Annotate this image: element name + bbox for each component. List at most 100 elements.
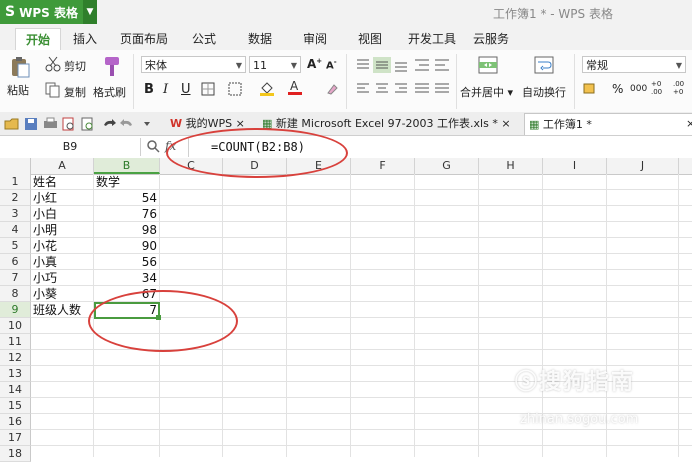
scissors-icon[interactable] bbox=[45, 56, 61, 72]
percent-button[interactable]: % bbox=[612, 82, 623, 96]
doc-tab-label: 新建 Microsoft Excel 97-2003 工作表.xls * bbox=[275, 117, 498, 130]
merge-center-icon[interactable] bbox=[478, 55, 498, 75]
close-icon[interactable]: × bbox=[501, 117, 510, 130]
cell-style-icon[interactable] bbox=[228, 82, 242, 96]
clear-format-icon[interactable] bbox=[325, 82, 339, 96]
select-all-corner[interactable] bbox=[0, 158, 31, 174]
bold-button[interactable]: B bbox=[144, 82, 154, 97]
print-preview-icon bbox=[62, 117, 74, 131]
cut-button[interactable]: 剪切 bbox=[64, 58, 86, 74]
row-header[interactable]: 5 bbox=[0, 238, 31, 254]
cell-b7[interactable]: 34 bbox=[94, 270, 157, 286]
font-size-value: 11 bbox=[253, 59, 267, 72]
merge-center-label: 合并居中 bbox=[460, 86, 504, 99]
tab-insert[interactable]: 插入 bbox=[65, 28, 105, 50]
tab-review[interactable]: 审阅 bbox=[295, 28, 335, 50]
row-header[interactable]: 8 bbox=[0, 286, 31, 302]
row-header[interactable]: 2 bbox=[0, 190, 31, 206]
decrease-decimal-button[interactable]: .00 +0 bbox=[673, 80, 691, 96]
cell-a4[interactable]: 小明 bbox=[33, 222, 57, 238]
annotation-ring-result bbox=[88, 290, 238, 352]
row-header[interactable]: 6 bbox=[0, 254, 31, 270]
row-header[interactable]: 9 bbox=[0, 302, 31, 318]
wrap-text-icon[interactable] bbox=[534, 55, 554, 75]
increase-decimal-button[interactable]: +0 .00 bbox=[651, 80, 667, 96]
tab-view[interactable]: 视图 bbox=[350, 28, 390, 50]
chevron-down-icon[interactable]: ▼ bbox=[83, 0, 97, 24]
shrink-font-icon[interactable]: A- bbox=[326, 58, 337, 71]
row-header[interactable]: 17 bbox=[0, 430, 31, 446]
paste-button[interactable]: 粘贴 bbox=[7, 82, 29, 98]
row-header[interactable]: 15 bbox=[0, 398, 31, 414]
row-header[interactable]: 7 bbox=[0, 270, 31, 286]
cell-b1[interactable]: 数学 bbox=[96, 174, 120, 190]
font-size-select[interactable]: 11 ▼ bbox=[249, 56, 301, 73]
format-painter-icon[interactable] bbox=[99, 55, 123, 79]
border-icon[interactable] bbox=[201, 82, 215, 96]
cell-b2[interactable]: 54 bbox=[94, 190, 157, 206]
row-header[interactable]: 13 bbox=[0, 366, 31, 382]
column-header[interactable]: J bbox=[607, 158, 679, 174]
cell-b4[interactable]: 98 bbox=[94, 222, 157, 238]
font-color-icon[interactable]: A bbox=[287, 78, 303, 96]
row-header[interactable]: 12 bbox=[0, 350, 31, 366]
name-box[interactable]: B9 bbox=[0, 138, 141, 156]
separator bbox=[574, 54, 575, 109]
column-header[interactable]: A bbox=[31, 158, 94, 174]
doc-tab-label: 工作簿1 * bbox=[542, 118, 592, 131]
column-header[interactable]: H bbox=[479, 158, 543, 174]
column-header[interactable]: G bbox=[415, 158, 479, 174]
quick-access-toolbar bbox=[4, 116, 154, 132]
tab-home[interactable]: 开始 bbox=[15, 28, 61, 52]
tab-cloud[interactable]: 云服务 bbox=[468, 28, 514, 50]
cell-a3[interactable]: 小白 bbox=[33, 206, 57, 222]
merge-center-button[interactable]: 合并居中 ▾ bbox=[460, 84, 513, 100]
app-menu-button[interactable]: S WPS 表格 ▼ bbox=[0, 0, 97, 24]
grow-font-icon[interactable]: A+ bbox=[307, 57, 322, 71]
cell-a1[interactable]: 姓名 bbox=[33, 174, 57, 190]
column-header[interactable]: I bbox=[543, 158, 607, 174]
tab-page-layout[interactable]: 页面布局 bbox=[115, 28, 173, 50]
copy-icon[interactable] bbox=[45, 82, 61, 98]
underline-button[interactable]: U bbox=[181, 82, 191, 97]
number-format-select[interactable]: 常规 ▼ bbox=[582, 56, 686, 73]
row-header[interactable]: 11 bbox=[0, 334, 31, 350]
fill-color-icon[interactable] bbox=[259, 80, 275, 96]
column-header[interactable]: B bbox=[94, 158, 160, 174]
cell-a9[interactable]: 班级人数 bbox=[33, 302, 81, 318]
row-header[interactable]: 18 bbox=[0, 446, 31, 462]
row-header[interactable]: 10 bbox=[0, 318, 31, 334]
tab-data[interactable]: 数据 bbox=[240, 28, 280, 50]
chevron-down-icon bbox=[144, 122, 150, 126]
cell-b5[interactable]: 90 bbox=[94, 238, 157, 254]
tab-formulas[interactable]: 公式 bbox=[184, 28, 224, 50]
cell-b6[interactable]: 56 bbox=[94, 254, 157, 270]
cell-a2[interactable]: 小红 bbox=[33, 190, 57, 206]
cell-b3[interactable]: 76 bbox=[94, 206, 157, 222]
row-header[interactable]: 16 bbox=[0, 414, 31, 430]
cell-a7[interactable]: 小巧 bbox=[33, 270, 57, 286]
undo-icon bbox=[104, 119, 116, 126]
comma-style-button[interactable]: 000 bbox=[630, 84, 647, 94]
paste-icon[interactable] bbox=[9, 56, 31, 78]
copy-button[interactable]: 复制 bbox=[64, 84, 86, 100]
separator bbox=[133, 54, 134, 109]
column-header[interactable]: F bbox=[351, 158, 415, 174]
row-header[interactable]: 1 bbox=[0, 174, 31, 190]
row-header[interactable]: 3 bbox=[0, 206, 31, 222]
wrap-text-button[interactable]: 自动换行 bbox=[522, 84, 566, 100]
vertical-align-group bbox=[355, 57, 451, 73]
font-name-select[interactable]: 宋体 ▼ bbox=[141, 56, 246, 73]
row-header[interactable]: 14 bbox=[0, 382, 31, 398]
zoom-icon[interactable] bbox=[146, 139, 160, 153]
row-header[interactable]: 4 bbox=[0, 222, 31, 238]
cell-a6[interactable]: 小真 bbox=[33, 254, 57, 270]
cell-a5[interactable]: 小花 bbox=[33, 238, 57, 254]
cell-a8[interactable]: 小葵 bbox=[33, 286, 57, 302]
format-painter-button[interactable]: 格式刷 bbox=[93, 84, 126, 100]
italic-button[interactable]: I bbox=[163, 82, 168, 97]
tab-developer[interactable]: 开发工具 bbox=[404, 28, 460, 50]
close-icon[interactable]: × bbox=[686, 117, 692, 130]
currency-icon[interactable] bbox=[583, 82, 599, 96]
doc-tab-workbook1[interactable]: ▦ 工作簿1 * bbox=[524, 113, 692, 135]
